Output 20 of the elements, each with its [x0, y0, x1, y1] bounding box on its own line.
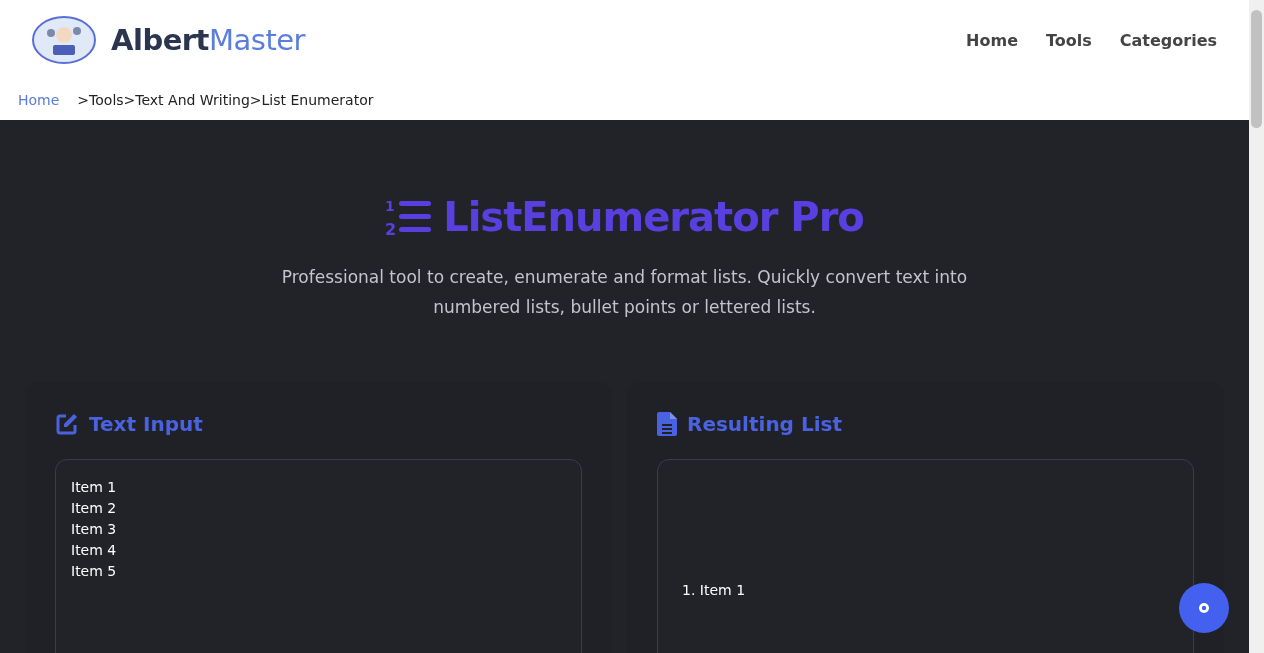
list-item: 1. Item 1	[682, 582, 747, 598]
document-icon	[657, 412, 677, 436]
page-title: ListEnumerator Pro	[443, 194, 864, 240]
card-title: Resulting List	[687, 412, 842, 436]
input-field[interactable]: Item 1 Item 2 Item 3 Item 4 Item 5	[55, 459, 582, 653]
scrollbar[interactable]	[1249, 0, 1264, 653]
card-title: Text Input	[89, 412, 203, 436]
edit-icon	[55, 412, 79, 436]
nav-link[interactable]: Home	[966, 30, 1018, 50]
list-number: 2	[385, 220, 397, 237]
breadcrumb-link[interactable]: >Text And Writing	[123, 92, 250, 108]
nav-link[interactable]: Tools	[1046, 30, 1092, 50]
list-number: 1	[385, 198, 395, 214]
breadcrumb-link[interactable]: >List Enumerator	[249, 92, 374, 108]
page-description: Professional tool to create, enumerate and format lists. Quickly convert text into numbered lists, bullet points or lettered lists.	[280, 266, 969, 319]
site-logo-text[interactable]: AlbertMaster	[111, 23, 306, 57]
nav-link[interactable]: Categories	[1119, 30, 1217, 50]
breadcrumb-link[interactable]: >Tools	[77, 92, 124, 108]
logo-icon[interactable]	[31, 15, 97, 65]
breadcrumb-link[interactable]: Home	[18, 92, 60, 108]
